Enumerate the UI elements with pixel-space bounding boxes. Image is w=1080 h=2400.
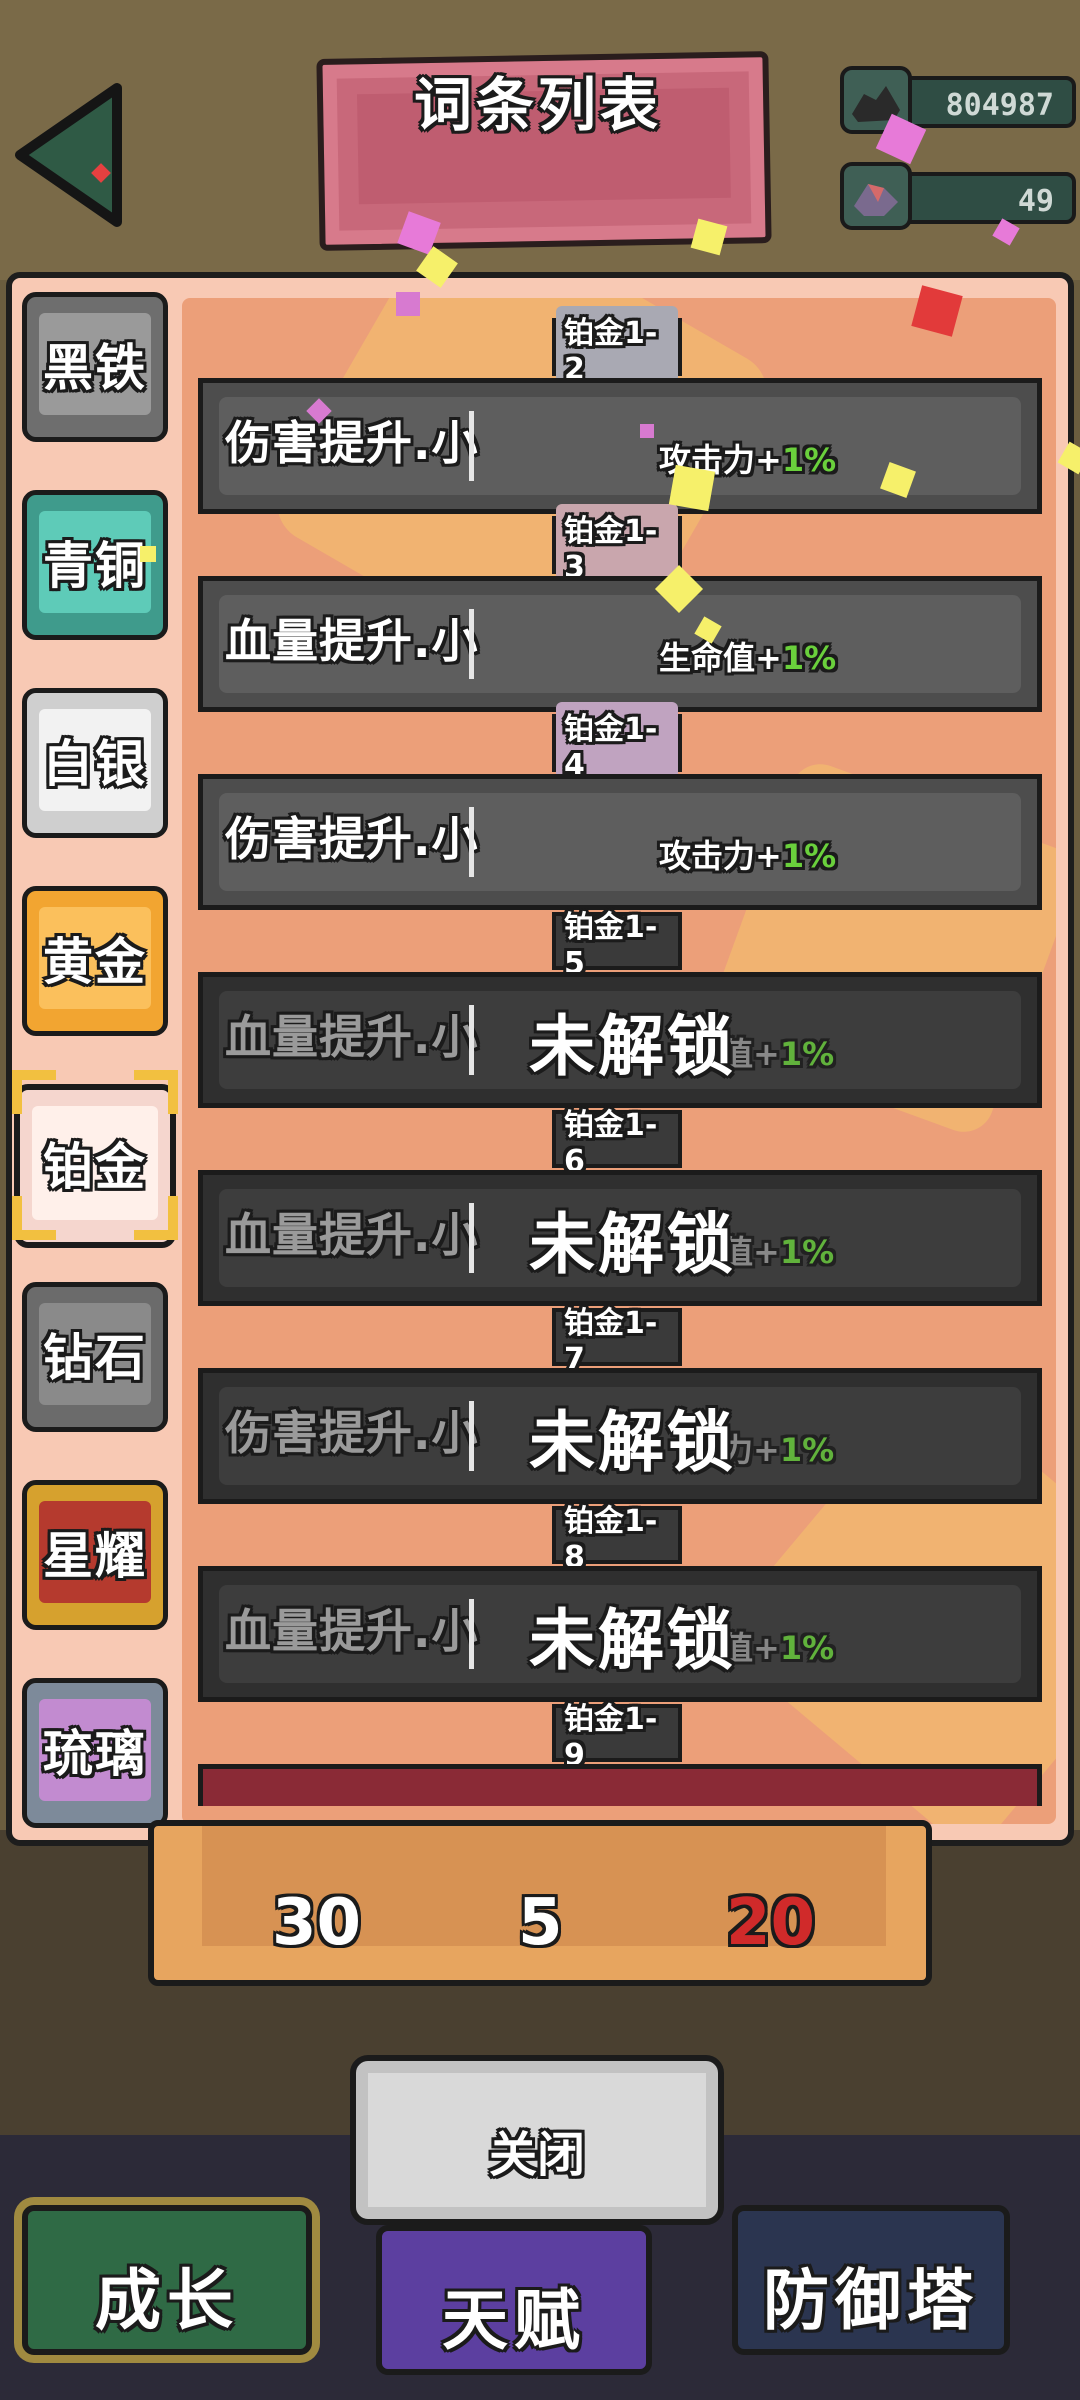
nav-talent-label: 天赋 <box>442 2282 586 2359</box>
stat-value: 5 <box>518 1886 563 1960</box>
selection-corner <box>134 1070 178 1114</box>
currency-gem: 49 <box>840 162 1080 230</box>
entry-tier-label: 铂金1-8 <box>552 1504 682 1575</box>
entry-name: 血量提升.小 <box>225 614 479 668</box>
entry-tier-label: 铂金1-3 <box>552 503 682 587</box>
entry-effect: 生命值+1% <box>659 639 837 677</box>
locked-label: 未解锁 <box>529 1008 736 1085</box>
entry-tier-label: 铂金1-7 <box>552 1306 682 1377</box>
entry-divider <box>469 609 474 679</box>
confetti <box>396 292 420 316</box>
entry-tier-label: 铂金1-6 <box>552 1108 682 1179</box>
confetti <box>640 424 654 438</box>
entry-divider <box>469 1401 474 1471</box>
entry-tier-label: 铂金1-9 <box>552 1702 682 1773</box>
tier-tab-label: 青铜 <box>43 537 147 595</box>
entry-tier-label: 铂金1-5 <box>552 910 682 981</box>
close-button-label: 关闭 <box>488 2127 585 2183</box>
entry-name: 血量提升.小 <box>225 1604 479 1658</box>
entry-effect: 攻击力+1% <box>659 837 837 875</box>
tier-tab-label: 铂金 <box>43 1138 147 1196</box>
entry-divider <box>469 1599 474 1669</box>
tier-tab-label: 白银 <box>43 735 147 793</box>
back-arrow-icon <box>15 83 122 227</box>
selection-corner <box>12 1196 56 1240</box>
tier-tab-glaze[interactable]: 琉璃 <box>22 1678 168 1828</box>
nav-tower-button[interactable]: 防御塔 <box>732 2205 1010 2355</box>
tier-tab-silver[interactable]: 白银 <box>22 688 168 838</box>
back-button[interactable] <box>12 80 132 230</box>
entry-name: 伤害提升.小 <box>225 812 479 866</box>
entry-row-locked[interactable]: 血量提升.小 命值+1% 未解锁 <box>198 972 1042 1108</box>
entry-row[interactable]: 伤害提升.小 攻击力+1% <box>198 378 1042 514</box>
entry-divider <box>469 1203 474 1273</box>
gem-icon <box>840 162 912 230</box>
selection-corner <box>134 1196 178 1240</box>
stat-value: 20 <box>726 1886 816 1960</box>
entry-row-locked[interactable]: 血量提升.小 命值+1% 未解锁 <box>198 1170 1042 1306</box>
entry-name: 伤害提升.小 <box>225 1406 479 1460</box>
locked-label: 未解锁 <box>529 1206 736 1283</box>
tier-tab-star[interactable]: 星耀 <box>22 1480 168 1630</box>
nav-talent-button[interactable]: 天赋 <box>376 2225 652 2375</box>
entry-row[interactable]: 伤害提升.小 攻击力+1% <box>198 774 1042 910</box>
entry-tier-label: 铂金1-2 <box>552 305 682 389</box>
entry-row-locked[interactable]: 血量提升.小 命值+1% 未解锁 <box>198 1566 1042 1702</box>
tier-tab-label: 星耀 <box>43 1527 147 1585</box>
stat-value: 30 <box>272 1886 362 1960</box>
entry-name: 血量提升.小 <box>225 1010 479 1064</box>
entry-tier-label: 铂金1-4 <box>552 701 682 785</box>
locked-label: 未解锁 <box>529 1404 736 1481</box>
nav-tower-label: 防御塔 <box>763 2262 979 2339</box>
tier-tab-label: 琉璃 <box>43 1725 147 1783</box>
entry-row[interactable]: 血量提升.小 生命值+1% <box>198 576 1042 712</box>
tier-tab-gold[interactable]: 黄金 <box>22 886 168 1036</box>
close-button[interactable]: 关闭 <box>350 2055 724 2225</box>
selection-corner <box>12 1070 56 1114</box>
tier-tab-label: 黑铁 <box>43 339 147 397</box>
tier-tab-bronze[interactable]: 青铜 <box>22 490 168 640</box>
page-title: 词条列表 <box>413 71 662 139</box>
entry-name: 血量提升.小 <box>225 1208 479 1262</box>
tier-tab-label: 钻石 <box>43 1329 147 1387</box>
confetti <box>668 464 716 512</box>
tier-tab-diamond[interactable]: 钻石 <box>22 1282 168 1432</box>
confetti <box>140 546 156 562</box>
entry-divider <box>469 1005 474 1075</box>
tier-tab-label: 黄金 <box>43 933 147 991</box>
entry-row-partial[interactable] <box>198 1764 1042 1806</box>
currency-ore: 804987 <box>840 66 1080 134</box>
tier-tab-iron[interactable]: 黑铁 <box>22 292 168 442</box>
entry-divider <box>469 411 474 481</box>
entry-divider <box>469 807 474 877</box>
locked-label: 未解锁 <box>529 1602 736 1679</box>
entry-row-locked[interactable]: 伤害提升.小 击力+1% 未解锁 <box>198 1368 1042 1504</box>
nav-growth-label: 成长 <box>95 2262 239 2339</box>
nav-growth-button[interactable]: 成长 <box>22 2205 312 2355</box>
entry-name: 伤害提升.小 <box>225 416 479 470</box>
